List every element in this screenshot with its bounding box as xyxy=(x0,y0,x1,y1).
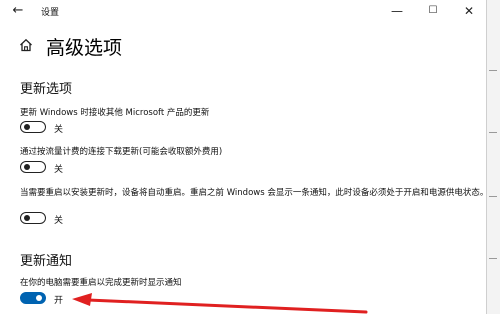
toggle-knob xyxy=(24,164,30,170)
toggle-other-products[interactable] xyxy=(20,121,46,133)
background-window-edge xyxy=(486,0,500,314)
annotation-arrow xyxy=(72,293,368,314)
edge-mark xyxy=(489,258,497,259)
section-heading-update-notifications: 更新通知 xyxy=(20,254,73,269)
back-button[interactable]: ← xyxy=(10,4,26,18)
toggle-metered-connection[interactable] xyxy=(20,161,46,173)
minimize-button[interactable]: — xyxy=(379,0,415,22)
toggle-knob xyxy=(24,124,30,130)
home-icon[interactable] xyxy=(19,38,33,52)
toggle-state-label: 关 xyxy=(54,216,64,226)
edge-mark xyxy=(489,196,497,197)
section-heading-update-options: 更新选项 xyxy=(20,82,73,97)
toggle-auto-restart[interactable] xyxy=(20,212,46,224)
maximize-button[interactable]: ☐ xyxy=(415,0,451,22)
edge-mark xyxy=(489,132,497,133)
toggle-state-label: 关 xyxy=(54,125,64,135)
page-title: 高级选项 xyxy=(46,37,123,59)
toggle-knob xyxy=(36,295,42,301)
window-title: 设置 xyxy=(41,8,60,18)
toggle-restart-notification[interactable] xyxy=(20,292,46,304)
option-label-restart-notification: 在你的电脑需要重启以完成更新时显示通知 xyxy=(20,278,182,288)
toggle-state-label: 关 xyxy=(54,165,64,175)
close-button[interactable]: ✕ xyxy=(451,0,487,22)
option-label-other-products: 更新 Windows 时接收其他 Microsoft 产品的更新 xyxy=(20,108,210,118)
toggle-state-label: 开 xyxy=(54,296,64,306)
edge-mark xyxy=(489,70,497,71)
option-label-metered-connection: 通过按流量计费的连接下载更新(可能会收取额外费用) xyxy=(20,147,223,157)
title-bar: ← 设置 — ☐ ✕ xyxy=(0,0,486,22)
option-label-auto-restart: 当需要重启以安装更新时，设备将自动重启。重启之前 Windows 会显示一条通知… xyxy=(20,188,489,198)
toggle-knob xyxy=(24,215,30,221)
